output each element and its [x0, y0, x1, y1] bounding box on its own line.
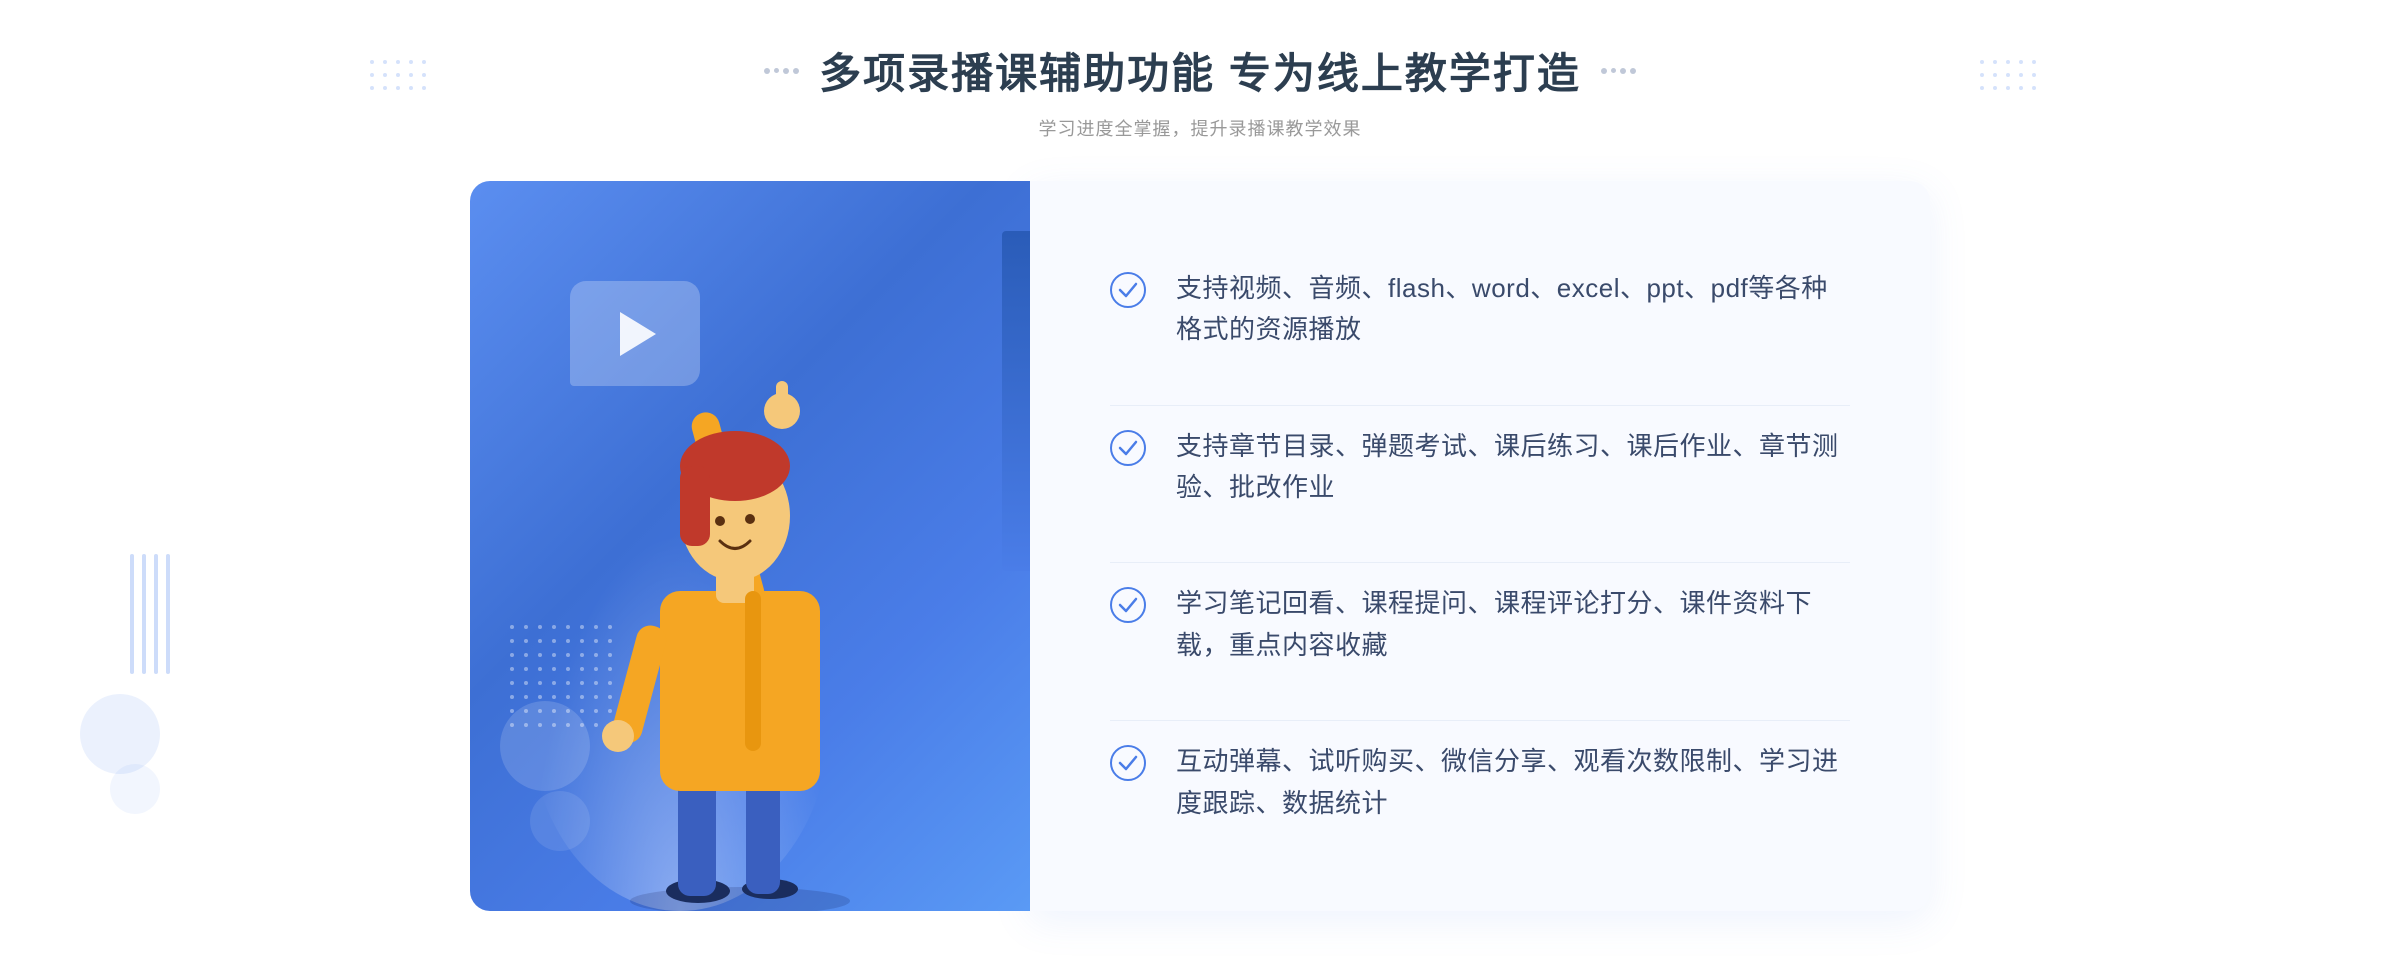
check-icon-1	[1110, 272, 1146, 308]
blue-accent-bar	[1002, 231, 1030, 571]
content-panel: 支持视频、音频、flash、word、excel、ppt、pdf等各种格式的资源…	[1030, 181, 1930, 911]
page-title: 多项录播课辅助功能 专为线上教学打造	[819, 40, 1581, 101]
main-content: »	[470, 181, 1930, 911]
stripe-decoration	[130, 554, 190, 674]
check-icon-3	[1110, 587, 1146, 623]
title-deco-left	[764, 68, 799, 74]
deco-circle-small	[110, 764, 160, 814]
header-section: 多项录播课辅助功能 专为线上教学打造 学习进度全掌握，提升录播课教学效果	[0, 40, 2400, 141]
feature-item-2: 支持章节目录、弹题考试、课后练习、课后作业、章节测验、批改作业	[1110, 405, 1850, 529]
feature-text-4: 互动弹幕、试听购买、微信分享、观看次数限制、学习进度跟踪、数据统计	[1176, 741, 1850, 824]
feature-item-3: 学习笔记回看、课程提问、课程评论打分、课件资料下载，重点内容收藏	[1110, 562, 1850, 686]
feature-item-1: 支持视频、音频、flash、word、excel、ppt、pdf等各种格式的资源…	[1110, 248, 1850, 371]
illustration-panel	[470, 181, 1030, 911]
feature-text-2: 支持章节目录、弹题考试、课后练习、课后作业、章节测验、批改作业	[1176, 426, 1850, 509]
feature-text-1: 支持视频、音频、flash、word、excel、ppt、pdf等各种格式的资源…	[1176, 268, 1850, 351]
page-container: 多项录播课辅助功能 专为线上教学打造 学习进度全掌握，提升录播课教学效果 »	[0, 0, 2400, 974]
deco-circle-large	[80, 694, 160, 774]
check-icon-2	[1110, 430, 1146, 466]
title-row: 多项录播课辅助功能 专为线上教学打造	[0, 40, 2400, 101]
person-illustration	[550, 291, 930, 911]
page-subtitle: 学习进度全掌握，提升录播课教学效果	[0, 115, 2400, 141]
feature-text-3: 学习笔记回看、课程提问、课程评论打分、课件资料下载，重点内容收藏	[1176, 583, 1850, 666]
feature-item-4: 互动弹幕、试听购买、微信分享、观看次数限制、学习进度跟踪、数据统计	[1110, 720, 1850, 844]
title-deco-right	[1601, 68, 1636, 74]
check-icon-4	[1110, 745, 1146, 781]
